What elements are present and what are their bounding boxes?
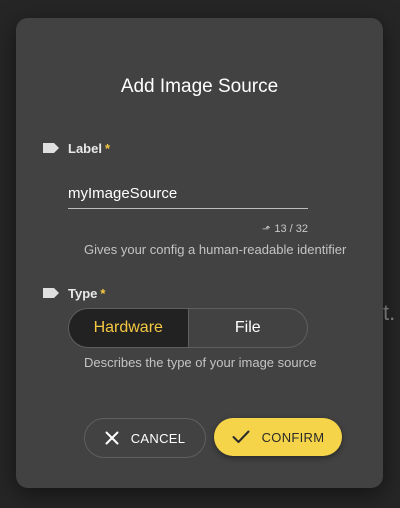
confirm-button-label: CONFIRM (261, 429, 325, 445)
backdrop-partial-text: t. (383, 300, 396, 325)
character-counter: ⬏ 13 / 32 (252, 223, 308, 235)
cancel-button[interactable]: CANCEL (84, 418, 206, 458)
type-field-header: Type * (42, 284, 105, 302)
label-field-hint: Gives your config a human-readable ident… (84, 242, 347, 257)
close-icon (105, 431, 119, 445)
counter-text: 13 / 32 (274, 223, 308, 235)
label-icon (42, 287, 60, 299)
counter-arrow-icon: ⬏ (262, 223, 271, 235)
confirm-button[interactable]: CONFIRM (214, 418, 342, 456)
type-option-hardware[interactable]: Hardware (69, 309, 189, 347)
dialog-title: Add Image Source (120, 76, 279, 97)
label-field-label: Label (68, 140, 102, 156)
check-icon (232, 430, 250, 444)
label-input[interactable] (68, 180, 308, 206)
type-option-file[interactable]: File (189, 309, 308, 347)
label-icon (42, 142, 60, 154)
cancel-button-label: CANCEL (130, 430, 186, 446)
required-indicator: * (104, 140, 111, 156)
required-indicator: * (100, 285, 106, 301)
type-field-label: Type (68, 285, 98, 301)
add-image-source-dialog: Add Image Source Label * ⬏ 13 / 32 Gives… (16, 18, 383, 488)
type-field-hint: Describes the type of your image source (84, 355, 317, 370)
label-field-header: Label * (42, 139, 110, 157)
type-toggle-group: Hardware File (68, 308, 308, 348)
label-input-wrapper (68, 180, 308, 209)
